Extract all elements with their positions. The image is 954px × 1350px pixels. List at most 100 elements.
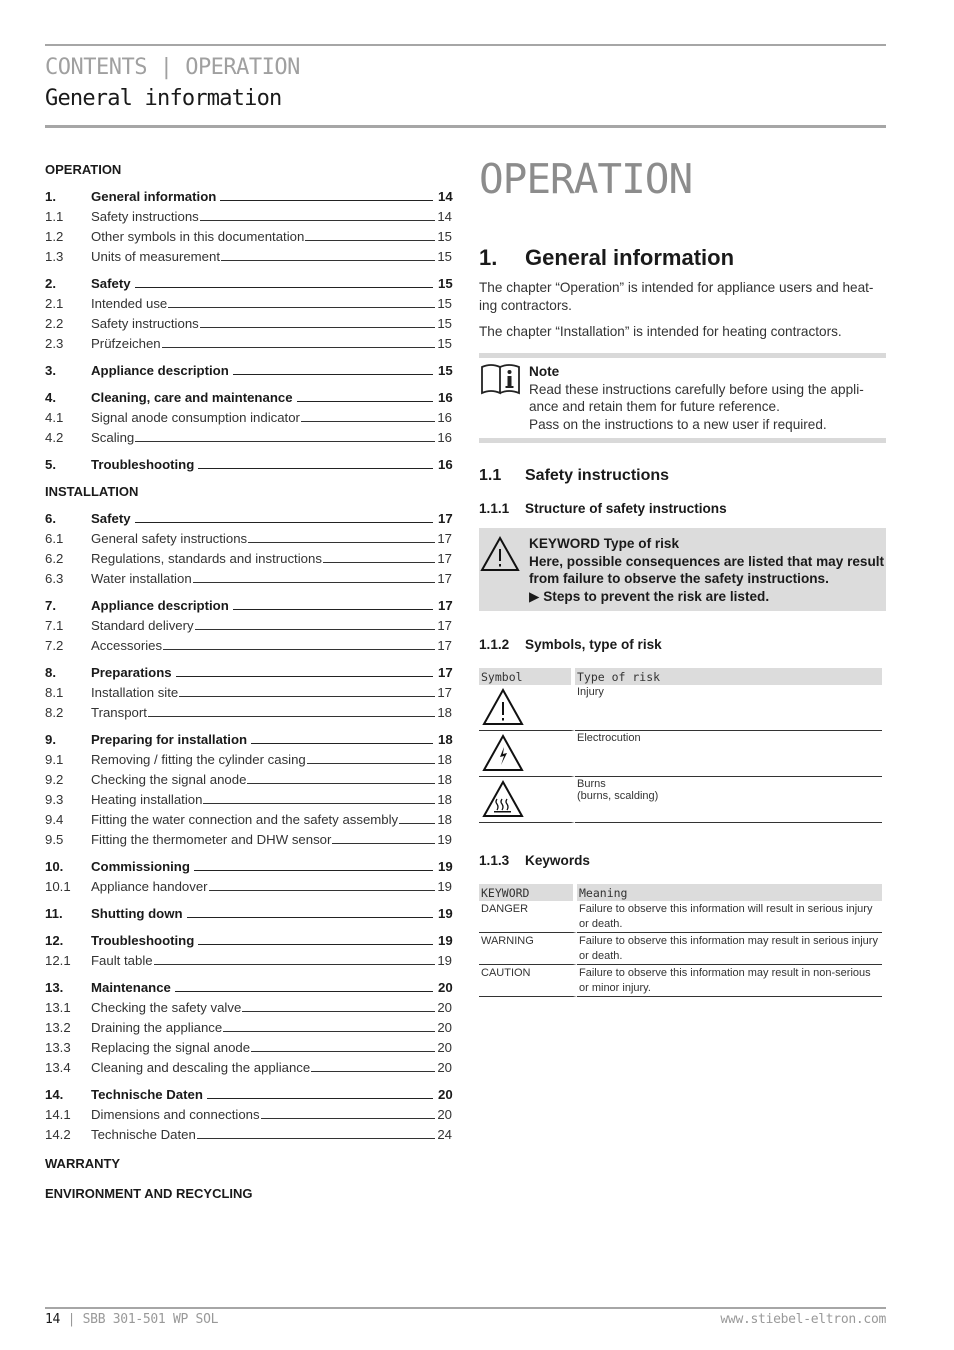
toc-entry-number: 14.2: [45, 1127, 71, 1142]
toc-entry-label: Scaling: [91, 430, 135, 445]
toc-subsection-entry[interactable]: 13.2 Draining the appliance 20: [45, 1017, 452, 1037]
toc-entry-page: 19: [438, 906, 453, 921]
toc-entry-page: 15: [437, 316, 452, 331]
toc-entry-label: Fitting the thermometer and DHW sensor: [91, 832, 332, 847]
toc-entry-page: 17: [437, 618, 452, 633]
toc-subsection-entry[interactable]: 6.1 General safety instructions 17: [45, 528, 452, 548]
toc-subsection-entry[interactable]: 7.1 Standard delivery 17: [45, 615, 452, 635]
toc-entry-page: 20: [437, 1000, 452, 1015]
toc-entry-label: Technische Daten: [91, 1127, 196, 1142]
toc-chapter-entry[interactable]: 8. Preparations 17: [45, 662, 453, 682]
toc-entry-label: Commissioning: [91, 859, 190, 874]
toc-subsection-entry[interactable]: 7.2 Accessories 17: [45, 635, 452, 655]
toc-entry-number: 2.1: [45, 296, 64, 311]
toc-entry-label: Installation site: [91, 685, 179, 700]
column-header: Meaning: [577, 884, 882, 901]
keyword: WARNING: [479, 933, 577, 965]
note-title: Note: [529, 364, 560, 379]
toc-leader-line: [163, 635, 435, 650]
toc-entry-number: 14.1: [45, 1107, 71, 1122]
toc-chapter-entry[interactable]: 5. Troubleshooting 16: [45, 454, 453, 474]
toc-subsection-entry[interactable]: 9.1 Removing / fitting the cylinder casin…: [45, 749, 452, 769]
toc-subsection-entry[interactable]: 8.2 Transport 18: [45, 702, 452, 722]
toc-entry-number: 6.: [45, 511, 56, 526]
toc-entry-label: Checking the safety valve: [91, 1000, 242, 1015]
keywords-table: KEYWORD Meaning DANGER Failure to observ…: [479, 884, 882, 997]
toc-section-heading[interactable]: OPERATION: [45, 160, 452, 180]
toc-entry-label: Safety instructions: [91, 209, 199, 224]
toc-subsection-entry[interactable]: 2.1 Intended use 15: [45, 293, 452, 313]
page-title: General information: [45, 86, 282, 111]
footer-rule: [45, 1307, 886, 1309]
toc-subsection-entry[interactable]: 4.2 Scaling 16: [45, 427, 452, 447]
toc-entry-page: 18: [437, 752, 452, 767]
toc-chapter-entry[interactable]: 7. Appliance description 17: [45, 595, 453, 615]
toc-section-heading[interactable]: WARRANTY: [45, 1154, 452, 1174]
toc-subsection-entry[interactable]: 2.3 Prüfzeichen 15: [45, 333, 452, 353]
toc-chapter-entry[interactable]: 2. Safety 15: [45, 273, 453, 293]
toc-subsection-entry[interactable]: 6.2 Regulations, standards and instructio…: [45, 548, 452, 568]
toc-leader-line: [192, 568, 435, 583]
toc-subsection-entry[interactable]: 1.1 Safety instructions 14: [45, 206, 452, 226]
toc-chapter-entry[interactable]: 14. Technische Daten 20: [45, 1084, 453, 1104]
toc-subsection-entry[interactable]: 10.1 Appliance handover 19: [45, 876, 452, 896]
toc-entry-page: 18: [438, 732, 453, 747]
toc-subsection-entry[interactable]: 14.2 Technische Daten 24: [45, 1124, 452, 1144]
table-row: WARNING Failure to observe this informat…: [479, 933, 882, 965]
toc-subsection-entry[interactable]: 8.1 Installation site 17: [45, 682, 452, 702]
toc-chapter-entry[interactable]: 3. Appliance description 15: [45, 360, 453, 380]
toc-section-heading[interactable]: INSTALLATION: [45, 482, 452, 502]
toc-subsection-entry[interactable]: 9.3 Heating installation 18: [45, 789, 452, 809]
toc-subsection-entry[interactable]: 13.1 Checking the safety valve 20: [45, 997, 452, 1017]
toc-entry-label: Dimensions and connections: [91, 1107, 260, 1122]
toc-chapter-entry[interactable]: 4. Cleaning, care and maintenance 16: [45, 387, 453, 407]
toc-entry-page: 16: [437, 430, 452, 445]
toc-subsection-entry[interactable]: 14.1 Dimensions and connections 20: [45, 1104, 452, 1124]
column-header: KEYWORD: [479, 884, 577, 901]
table-of-contents: OPERATION 1. General information 14 1.1 Safet…: [45, 160, 453, 1204]
toc-entry-label: Safety: [91, 276, 131, 291]
toc-subsection-entry[interactable]: 1.3 Units of measurement 15: [45, 246, 452, 266]
toc-leader-line: [134, 273, 433, 288]
toc-leader-line: [220, 186, 433, 201]
toc-entry-page: 17: [437, 685, 452, 700]
toc-chapter-entry[interactable]: 12. Troubleshooting 19: [45, 930, 453, 950]
toc-entry-number: 7.1: [45, 618, 64, 633]
toc-leader-line: [198, 454, 433, 469]
toc-entry-page: 15: [438, 363, 453, 378]
subsection-heading: 1.1.2 Symbols, type of risk: [479, 637, 886, 652]
safety-box-body: Here, possible consequences are listed t…: [529, 553, 885, 587]
toc-chapter-entry[interactable]: 1. General information 14: [45, 186, 453, 206]
toc-chapter-entry[interactable]: 6. Safety 17: [45, 508, 453, 528]
toc-subsection-entry[interactable]: 13.4 Cleaning and descaling the appliance…: [45, 1057, 452, 1077]
toc-subsection-entry[interactable]: 6.3 Water installation 17: [45, 568, 452, 588]
toc-entry-number: 9.4: [45, 812, 64, 827]
toc-entry-page: 16: [438, 457, 453, 472]
toc-subsection-entry[interactable]: 1.2 Other symbols in this documentation 15: [45, 226, 452, 246]
toc-chapter-entry[interactable]: 10. Commissioning 19: [45, 856, 453, 876]
subsection-number: 1.1.2: [479, 637, 510, 652]
toc-entry-page: 20: [437, 1020, 452, 1035]
toc-subsection-entry[interactable]: 12.1 Fault table 19: [45, 950, 452, 970]
toc-entry-number: 6.2: [45, 551, 64, 566]
toc-chapter-entry[interactable]: 11. Shutting down 19: [45, 903, 453, 923]
toc-entry-label: Maintenance: [91, 980, 171, 995]
toc-section-heading[interactable]: ENVIRONMENT AND RECYCLING: [45, 1184, 452, 1204]
toc-subsection-entry[interactable]: 9.2 Checking the signal anode 18: [45, 769, 452, 789]
toc-entry-label: General information: [91, 189, 217, 204]
toc-chapter-entry[interactable]: 13. Maintenance 20: [45, 977, 453, 997]
toc-subsection-entry[interactable]: 9.5 Fitting the thermometer and DHW senso…: [45, 829, 452, 849]
safety-box-step: ▶ Steps to prevent the risk are listed.: [529, 588, 770, 604]
table-row: CAUTION Failure to observe this informat…: [479, 965, 882, 997]
website-url: www.stiebel-eltron.com: [720, 1312, 886, 1327]
page-number: 14: [45, 1312, 61, 1327]
toc-leader-line: [199, 206, 435, 221]
toc-chapter-entry[interactable]: 9. Preparing for installation 18: [45, 729, 453, 749]
toc-leader-line: [232, 360, 433, 375]
toc-subsection-entry[interactable]: 9.4 Fitting the water connection and the …: [45, 809, 452, 829]
toc-entry-label: Appliance description: [91, 363, 229, 378]
toc-subsection-entry[interactable]: 13.3 Replacing the signal anode 20: [45, 1037, 452, 1057]
toc-subsection-entry[interactable]: 4.1 Signal anode consumption indicator 16: [45, 407, 452, 427]
toc-entry-page: 20: [437, 1107, 452, 1122]
toc-subsection-entry[interactable]: 2.2 Safety instructions 15: [45, 313, 452, 333]
